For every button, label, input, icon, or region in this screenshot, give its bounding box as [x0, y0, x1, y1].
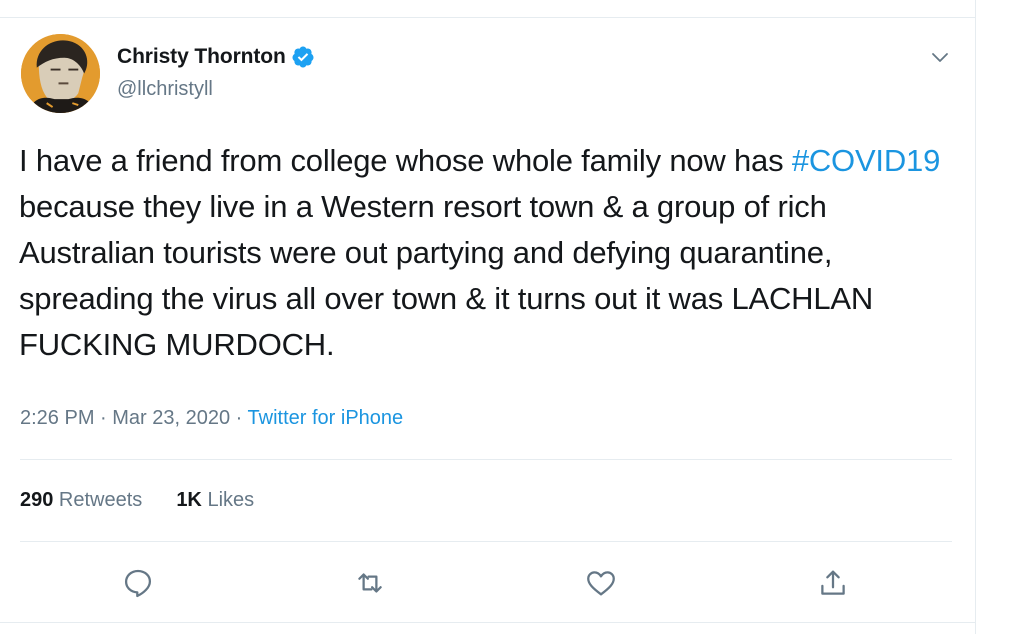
tweet-meta: 2:26 PM · Mar 23, 2020 · Twitter for iPh… — [20, 404, 403, 432]
tweet-text-part: because they live in a Western resort to… — [19, 189, 874, 362]
name-row: Christy Thornton — [117, 44, 315, 70]
tweet-card: Christy Thornton @llchristyll I have a f… — [0, 0, 976, 634]
top-divider — [0, 17, 976, 18]
divider — [0, 622, 976, 623]
more-options-button[interactable] — [928, 45, 952, 69]
heart-icon — [587, 571, 615, 596]
display-name[interactable]: Christy Thornton — [117, 44, 286, 70]
reply-icon — [124, 569, 152, 598]
likes-count: 1K — [176, 489, 202, 511]
tweet-date[interactable]: Mar 23, 2020 — [112, 407, 230, 429]
user-handle[interactable]: @llchristyll — [117, 77, 213, 101]
divider — [20, 541, 952, 542]
meta-separator: · — [94, 407, 113, 429]
share-button[interactable] — [816, 566, 850, 600]
meta-separator: · — [230, 407, 248, 429]
retweets-label: Retweets — [53, 489, 143, 511]
divider — [20, 459, 952, 460]
likes-stat[interactable]: 1K Likes — [176, 486, 254, 514]
retweet-icon — [358, 573, 382, 593]
chevron-down-icon — [932, 53, 948, 62]
verified-badge-icon — [291, 45, 315, 69]
retweets-count: 290 — [20, 489, 54, 511]
share-icon — [821, 570, 845, 595]
tweet-stats: 290 Retweets 1K Likes — [20, 486, 288, 514]
like-button[interactable] — [584, 566, 618, 600]
tweet-text-part: I have a friend from college whose whole… — [19, 143, 792, 178]
likes-label: Likes — [201, 489, 255, 511]
tweet-time[interactable]: 2:26 PM — [20, 407, 94, 429]
retweets-stat[interactable]: 290 Retweets — [20, 486, 142, 514]
avatar-photo-icon — [21, 34, 100, 113]
tweet-text: I have a friend from college whose whole… — [19, 138, 969, 368]
avatar[interactable] — [21, 34, 100, 113]
hashtag-link[interactable]: #COVID19 — [792, 143, 941, 178]
source-link[interactable]: Twitter for iPhone — [248, 407, 404, 429]
retweet-button[interactable] — [353, 566, 387, 600]
action-bar — [0, 562, 976, 602]
reply-button[interactable] — [121, 566, 155, 600]
